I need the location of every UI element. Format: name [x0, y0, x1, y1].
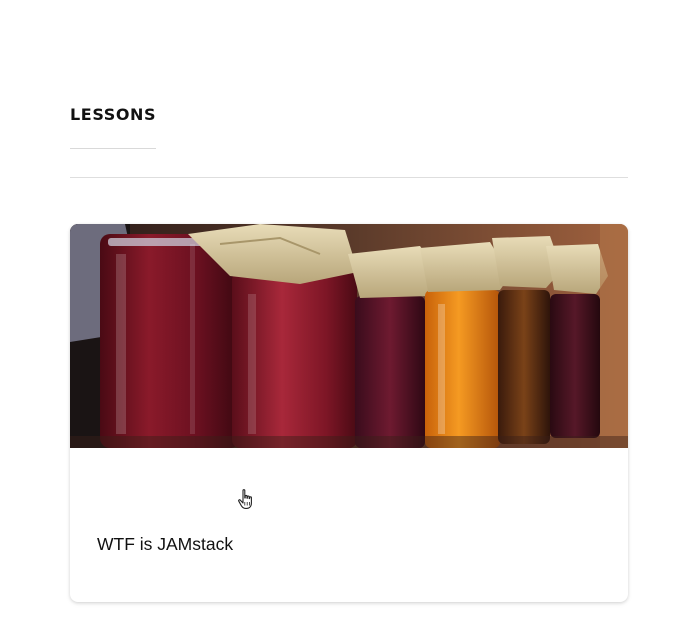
section-divider	[70, 177, 628, 178]
lesson-thumbnail-jam-jars[interactable]	[70, 224, 628, 448]
page: LESSONS WTF is JAMstack	[0, 0, 693, 620]
section-heading: LESSONS	[70, 105, 157, 124]
lesson-title[interactable]: WTF is JAMstack	[97, 534, 233, 555]
lesson-card[interactable]: WTF is JAMstack	[70, 224, 628, 602]
heading-underline	[70, 148, 156, 149]
hand-pointer-icon	[238, 489, 252, 509]
